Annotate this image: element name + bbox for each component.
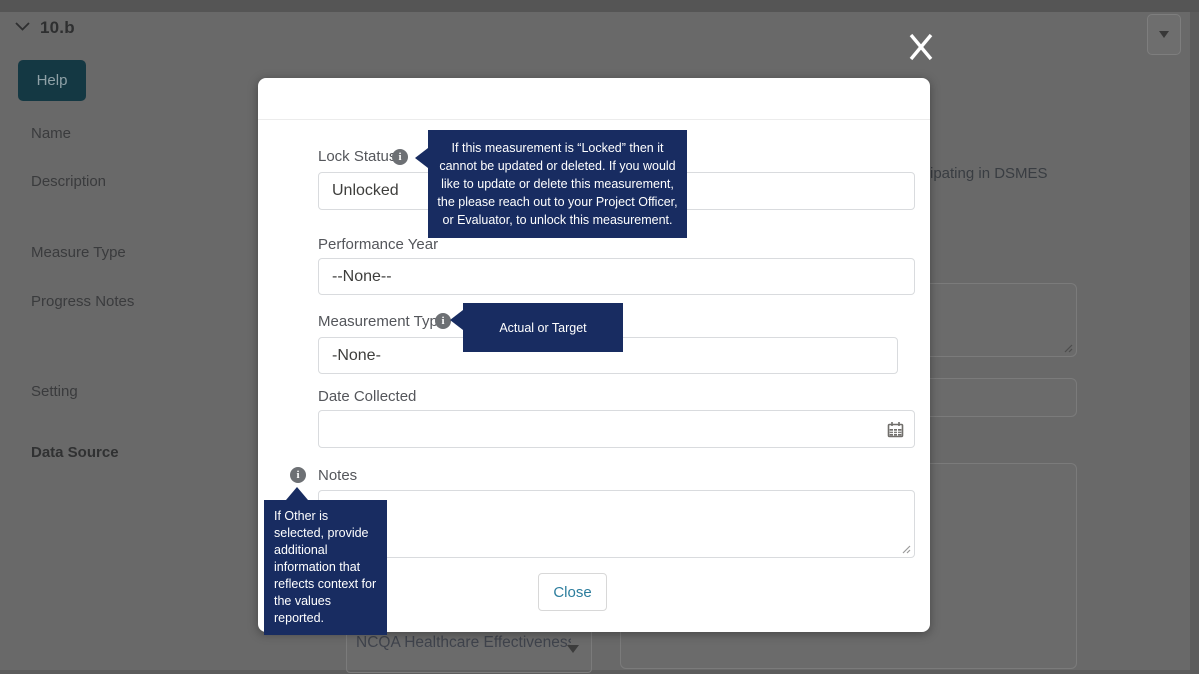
field-label-description: Description bbox=[31, 173, 107, 190]
help-button[interactable]: Help bbox=[18, 60, 86, 101]
measurement-type-tooltip-text: Actual or Target bbox=[499, 320, 587, 335]
info-icon[interactable]: i bbox=[290, 467, 306, 483]
calendar-icon[interactable] bbox=[887, 421, 904, 438]
tooltip-arrow bbox=[450, 310, 463, 330]
section-header[interactable]: 10.b bbox=[14, 18, 75, 38]
measurement-type-label: Measurement Type bbox=[318, 313, 447, 330]
section-title: 10.b bbox=[40, 18, 75, 37]
date-collected-input[interactable] bbox=[318, 410, 915, 448]
notes-tooltip-text: If Other is selected, provide additional… bbox=[274, 509, 377, 625]
performance-year-input[interactable]: --None-- bbox=[318, 258, 915, 295]
caret-down-icon bbox=[1159, 31, 1169, 38]
notes-textarea[interactable] bbox=[318, 490, 915, 558]
lock-status-label: Lock Status bbox=[318, 148, 397, 165]
measurement-type-tooltip: Actual or Target bbox=[450, 303, 623, 352]
page-top-strip bbox=[0, 0, 1199, 12]
field-label-progress-notes: Progress Notes bbox=[31, 293, 135, 310]
measurement-type-value: -None- bbox=[332, 346, 381, 364]
field-label-setting: Setting bbox=[31, 383, 78, 400]
modal-close-button[interactable] bbox=[906, 31, 936, 63]
resize-handle-icon[interactable] bbox=[1064, 344, 1073, 353]
x-icon bbox=[909, 33, 933, 61]
close-button[interactable]: Close bbox=[538, 573, 607, 611]
notes-tooltip: If Other is selected, provide additional… bbox=[264, 487, 387, 635]
field-label-measure-type: Measure Type bbox=[31, 244, 126, 261]
notes-label: Notes bbox=[318, 467, 358, 484]
lock-status-value: Unlocked bbox=[332, 182, 399, 199]
close-button-label: Close bbox=[553, 583, 592, 601]
field-label-name: Name bbox=[31, 125, 72, 142]
dsmes-text-fragment: ipating in DSMES bbox=[930, 165, 1048, 182]
info-icon[interactable]: i bbox=[435, 313, 451, 329]
help-button-label: Help bbox=[36, 72, 68, 89]
data-source-select-value: NCQA Healthcare Effectiveness Data and I… bbox=[356, 634, 571, 651]
screen: 10.b Help Name Description Measure Type … bbox=[0, 0, 1199, 674]
modal-header bbox=[258, 78, 930, 120]
chevron-down-icon[interactable] bbox=[14, 19, 31, 37]
field-label-data-source: Data Source bbox=[31, 444, 119, 461]
lock-status-tooltip-text: If this measurement is “Locked” then it … bbox=[437, 141, 678, 227]
performance-year-label: Performance Year bbox=[318, 236, 439, 253]
tooltip-arrow bbox=[415, 148, 428, 168]
tooltip-arrow bbox=[286, 487, 308, 500]
caret-down-icon bbox=[567, 645, 579, 653]
lock-status-tooltip: If this measurement is “Locked” then it … bbox=[415, 130, 687, 238]
resize-handle-icon[interactable] bbox=[902, 545, 911, 554]
top-right-dropdown-button[interactable] bbox=[1147, 14, 1181, 55]
info-icon[interactable]: i bbox=[392, 149, 408, 165]
performance-year-value: --None-- bbox=[332, 267, 392, 285]
date-collected-label: Date Collected bbox=[318, 388, 417, 405]
